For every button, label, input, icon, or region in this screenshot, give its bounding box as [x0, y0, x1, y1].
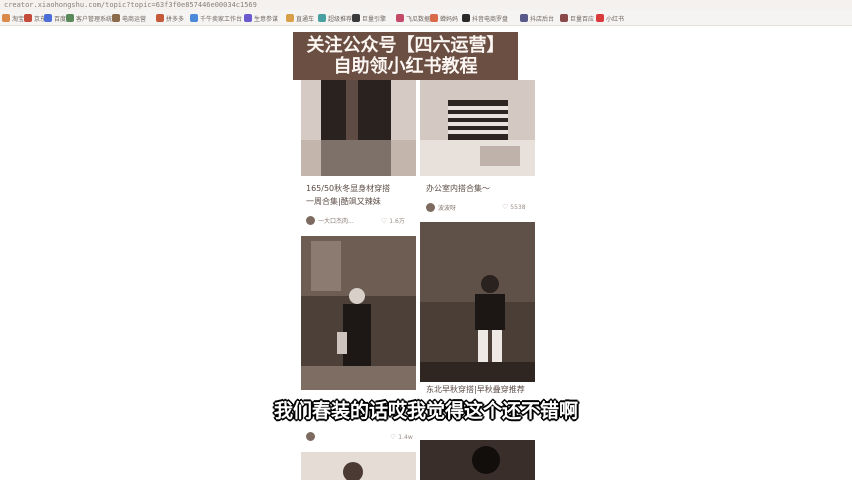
- note-cover-image[interactable]: [301, 236, 416, 390]
- like-count-value: 1.6万: [389, 218, 405, 225]
- bookmark-favicon-icon: [318, 14, 326, 22]
- bookmark-label: 巨量百应: [570, 15, 595, 23]
- bookmark-item[interactable]: 京东: [24, 13, 46, 23]
- bookmark-favicon-icon: [520, 14, 528, 22]
- like-count[interactable]: ♡ 1.4w: [390, 433, 413, 441]
- note-title[interactable]: 东北早秋穿搭|早秋叠穿推荐: [426, 384, 525, 396]
- bookmark-item[interactable]: 蝉妈妈: [430, 13, 458, 23]
- bookmark-favicon-icon: [286, 14, 294, 22]
- bookmark-item[interactable]: 巨量百应: [560, 13, 594, 23]
- bookmark-label: 淘宝: [12, 15, 25, 23]
- bookmark-label: 直通车: [296, 15, 315, 23]
- bookmark-label: 千牛卖家工作台: [200, 15, 243, 23]
- note-author[interactable]: 波波呀: [426, 201, 456, 213]
- bookmark-item[interactable]: 抖音电商罗盘: [462, 13, 508, 23]
- bookmark-favicon-icon: [462, 14, 470, 22]
- url-text: creator.xiaohongshu.com/topic?topic=63f3…: [4, 1, 257, 9]
- video-subtitle: 我们春装的话哎我觉得这个还不错啊: [273, 400, 578, 422]
- bookmark-label: 生意参谋: [254, 15, 279, 23]
- heart-icon: ♡: [502, 203, 509, 211]
- promo-banner-line1: 关注公众号【四六运营】: [306, 35, 505, 56]
- note-cover-image[interactable]: [420, 80, 535, 176]
- bookmark-item[interactable]: 电商运营: [112, 13, 146, 23]
- bookmark-favicon-icon: [596, 14, 604, 22]
- bookmark-label: 电商运营: [122, 15, 147, 23]
- bookmark-label: 飞瓜数据: [406, 15, 431, 23]
- note-cover-image[interactable]: [301, 452, 416, 480]
- bookmark-favicon-icon: [352, 14, 360, 22]
- like-count[interactable]: ♡ 1.6万: [381, 216, 405, 225]
- bookmark-item[interactable]: 巨量引擎: [352, 13, 386, 23]
- bookmark-item[interactable]: 直通车: [286, 13, 314, 23]
- like-count-value: 1.4w: [398, 434, 413, 441]
- promo-banner-line2: 自助领小红书教程: [333, 56, 478, 77]
- bookmark-label: 超级推荐: [328, 15, 353, 23]
- bookmark-label: 抖店后台: [530, 15, 555, 23]
- bookmark-item[interactable]: 飞瓜数据: [396, 13, 430, 23]
- note-cover-photo-1: [301, 80, 416, 176]
- bookmark-favicon-icon: [2, 14, 10, 22]
- like-count-value: 5538: [510, 204, 526, 211]
- note-author[interactable]: 一大口杰肉...: [306, 214, 354, 226]
- note-cover-image[interactable]: [420, 222, 535, 382]
- bookmark-favicon-icon: [396, 14, 404, 22]
- note-cover-image[interactable]: [420, 440, 535, 480]
- address-bar[interactable]: creator.xiaohongshu.com/topic?topic=63f3…: [0, 0, 852, 10]
- bookmark-favicon-icon: [244, 14, 252, 22]
- bookmark-favicon-icon: [156, 14, 164, 22]
- bookmark-item[interactable]: 千牛卖家工作台: [190, 13, 242, 23]
- avatar: [306, 215, 315, 225]
- bookmark-item[interactable]: 生意参谋: [244, 13, 278, 23]
- note-author[interactable]: [306, 430, 318, 442]
- note-title[interactable]: 办公室内搭合集～: [426, 183, 490, 195]
- bookmark-favicon-icon: [112, 14, 120, 22]
- note-cover-image[interactable]: [301, 80, 416, 176]
- avatar: [426, 202, 435, 212]
- bookmark-item[interactable]: 淘宝: [2, 13, 24, 23]
- bookmark-favicon-icon: [190, 14, 198, 22]
- bookmark-label: 小红书: [606, 15, 625, 23]
- bookmark-item[interactable]: 百度: [44, 13, 66, 23]
- note-cover-photo-5: [301, 452, 416, 480]
- note-cover-photo-2: [420, 80, 535, 176]
- bookmark-favicon-icon: [66, 14, 74, 22]
- bookmark-label: 客户管理系统: [76, 15, 113, 23]
- bookmark-label: 抖音电商罗盘: [472, 15, 509, 23]
- note-cover-photo-3: [301, 236, 416, 390]
- heart-icon: ♡: [390, 433, 397, 441]
- bookmark-item[interactable]: 抖店后台: [520, 13, 554, 23]
- bookmark-item[interactable]: 超级推荐: [318, 13, 352, 23]
- bookmark-item[interactable]: 小红书: [596, 13, 624, 23]
- bookmark-label: 百度: [54, 15, 67, 23]
- promo-banner: 关注公众号【四六运营】 自助领小红书教程: [293, 32, 518, 80]
- note-cover-photo-4: [420, 222, 535, 382]
- note-title-line2[interactable]: 一周合集|酷飒又辣妹: [306, 196, 381, 208]
- bookmark-item[interactable]: 拼多多: [156, 13, 184, 23]
- heart-icon: ♡: [381, 217, 388, 225]
- bookmark-favicon-icon: [560, 14, 568, 22]
- like-count[interactable]: ♡ 5538: [502, 203, 526, 211]
- author-name: 波波呀: [438, 204, 457, 212]
- avatar: [306, 431, 315, 441]
- bookmark-favicon-icon: [44, 14, 52, 22]
- bookmark-label: 巨量引擎: [362, 15, 387, 23]
- bookmark-label: 拼多多: [166, 15, 185, 23]
- bookmark-label: 蝉妈妈: [440, 15, 459, 23]
- author-name: 一大口杰肉...: [318, 217, 354, 225]
- bookmark-favicon-icon: [24, 14, 32, 22]
- note-cover-photo-6: [420, 440, 535, 480]
- bookmark-favicon-icon: [430, 14, 438, 22]
- note-title[interactable]: 165/50秋冬显身材穿搭: [306, 183, 390, 195]
- bookmark-item[interactable]: 客户管理系统: [66, 13, 112, 23]
- bookmarks-bar: 淘宝 京东 百度 客户管理系统 电商运营 拼多多 千牛卖家工作台 生意参谋 直通车 超级推荐 巨量引…: [0, 10, 852, 26]
